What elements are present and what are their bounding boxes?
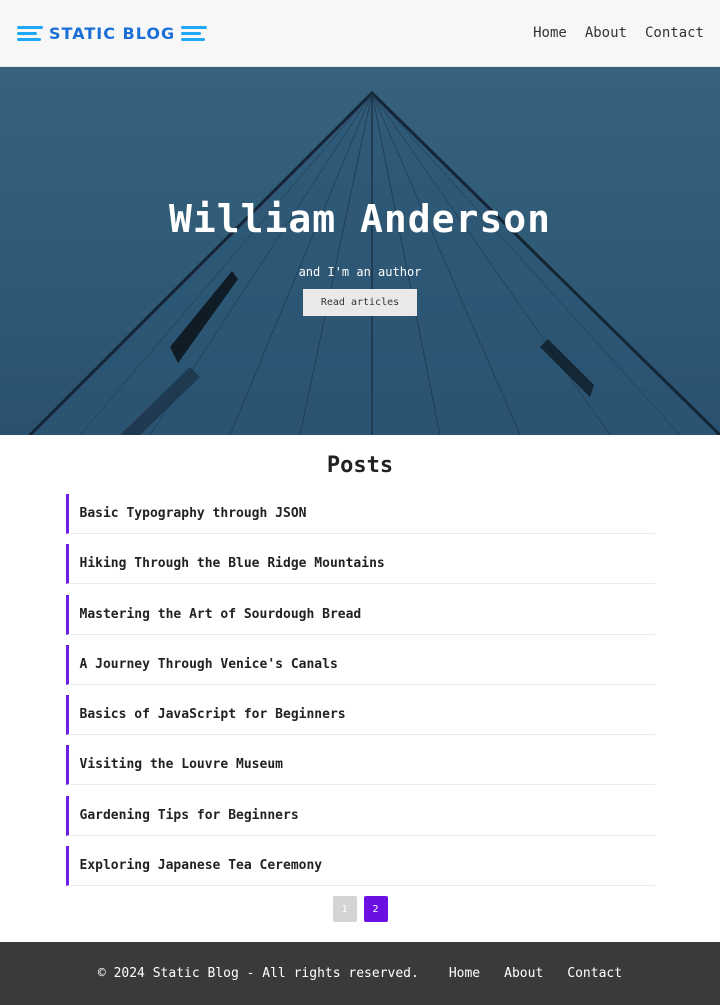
post-link[interactable]: A Journey Through Venice's Canals — [80, 657, 338, 672]
post-list-item: Visiting the Louvre Museum — [65, 745, 655, 786]
post-link[interactable]: Mastering the Art of Sourdough Bread — [80, 607, 362, 622]
hero-subtitle: and I'm an author — [298, 265, 422, 279]
post-list-item: Hiking Through the Blue Ridge Mountains — [65, 544, 655, 585]
logo-text: STATIC BLOG — [49, 23, 176, 43]
nav-contact-link[interactable]: Contact — [645, 25, 704, 41]
post-link[interactable]: Exploring Japanese Tea Ceremony — [80, 858, 323, 873]
site-header: STATIC BLOG Home About Contact — [0, 0, 720, 67]
post-list-item: Exploring Japanese Tea Ceremony — [65, 846, 655, 887]
nav-home-link[interactable]: Home — [533, 25, 567, 41]
post-link[interactable]: Hiking Through the Blue Ridge Mountains — [80, 556, 385, 571]
page-2-button[interactable]: 2 — [363, 896, 388, 923]
logo-speed-lines-right-icon — [181, 25, 208, 41]
pagination: 1 2 — [0, 896, 720, 923]
site-logo[interactable]: STATIC BLOG — [17, 23, 208, 43]
post-list-item: Gardening Tips for Beginners — [65, 795, 655, 836]
post-list: Basic Typography through JSON Hiking Thr… — [65, 494, 655, 887]
post-link[interactable]: Basic Typography through JSON — [80, 506, 307, 521]
site-footer: © 2024 Static Blog - All rights reserved… — [0, 942, 720, 1005]
hero-title: William Anderson — [168, 197, 552, 241]
post-link[interactable]: Basics of JavaScript for Beginners — [80, 707, 346, 722]
post-list-item: Mastering the Art of Sourdough Bread — [65, 594, 655, 635]
main-nav: Home About Contact — [533, 25, 704, 41]
nav-about-link[interactable]: About — [585, 25, 627, 41]
post-list-item: Basic Typography through JSON — [65, 494, 655, 534]
post-list-item: A Journey Through Venice's Canals — [65, 644, 655, 685]
post-link[interactable]: Gardening Tips for Beginners — [80, 808, 299, 823]
posts-heading: Posts — [326, 453, 394, 478]
hero-banner: William Anderson and I'm an author Read … — [0, 67, 720, 435]
post-list-item: Basics of JavaScript for Beginners — [65, 695, 655, 736]
page-1-button[interactable]: 1 — [332, 896, 357, 923]
footer-nav: Home About Contact — [449, 966, 622, 981]
hero-content: William Anderson and I'm an author Read … — [0, 67, 720, 435]
footer-about-link[interactable]: About — [504, 966, 543, 981]
post-link[interactable]: Visiting the Louvre Museum — [80, 757, 284, 772]
logo-speed-lines-icon — [17, 25, 43, 41]
footer-contact-link[interactable]: Contact — [567, 966, 622, 981]
posts-section: Posts Basic Typography through JSON Hiki… — [0, 435, 720, 923]
footer-home-link[interactable]: Home — [449, 966, 480, 981]
footer-copyright: © 2024 Static Blog - All rights reserved… — [97, 966, 419, 981]
read-articles-button[interactable]: Read articles — [302, 289, 418, 316]
